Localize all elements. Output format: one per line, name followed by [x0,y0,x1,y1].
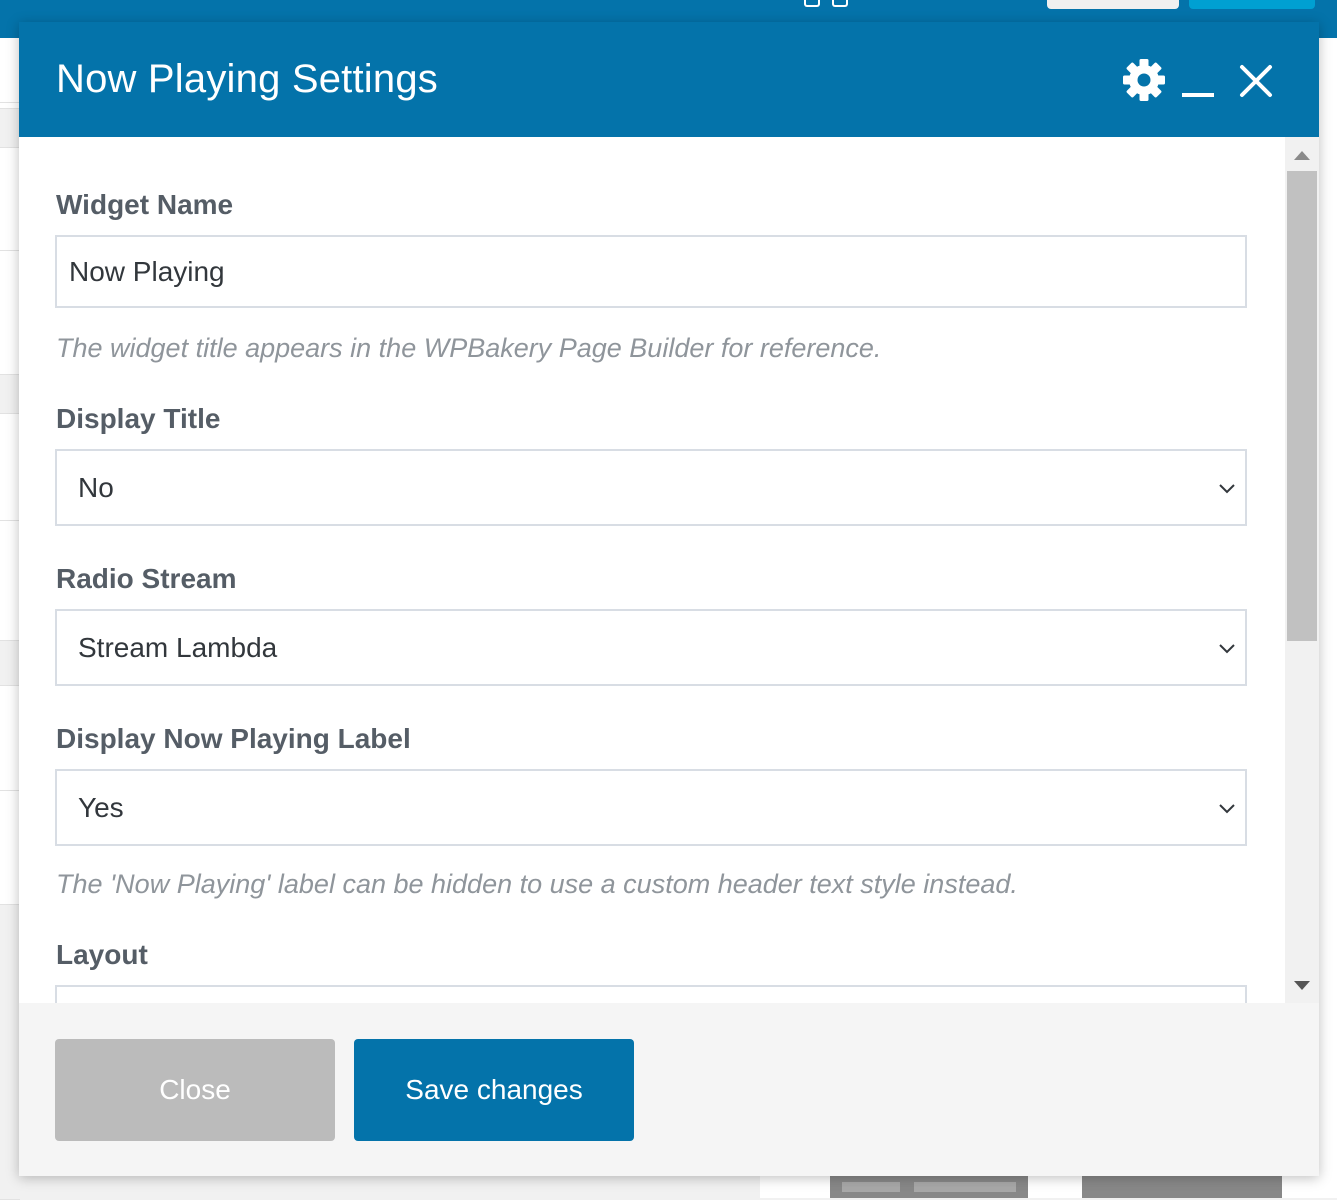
modal-header: Now Playing Settings [19,22,1319,137]
background-block [1082,1176,1282,1198]
background-page-right [1319,38,1337,1198]
chevron-down-icon [1219,644,1235,654]
radio-stream-value: Stream Lambda [78,632,278,663]
widget-name-input[interactable] [55,235,1247,308]
chevron-down-icon [1219,804,1235,814]
scrollbar-thumb[interactable] [1287,171,1317,641]
widget-name-label: Widget Name [56,189,234,220]
display-now-playing-label-help: The 'Now Playing' label can be hidden to… [56,869,1018,899]
minimize-icon[interactable] [1181,66,1215,100]
close-icon[interactable] [1238,63,1274,99]
scroll-up-arrow-icon[interactable] [1285,137,1319,173]
modal-body: Widget Name The widget title appears in … [19,137,1319,1003]
chevron-down-icon [1219,484,1235,494]
layout-select[interactable] [55,985,1247,1003]
scroll-down-arrow-icon[interactable] [1285,967,1319,1003]
modal-title: Now Playing Settings [56,57,438,101]
layout-label: Layout [56,939,148,970]
scrollbar[interactable] [1285,137,1319,1003]
background-block [830,1176,1028,1198]
display-now-playing-label-label: Display Now Playing Label [56,723,411,754]
display-now-playing-label-value: Yes [78,792,124,823]
toolbar-glyph [804,0,820,7]
radio-stream-select[interactable]: Stream Lambda [55,609,1247,686]
modal-footer: Close Save changes [19,1003,1319,1176]
close-button[interactable]: Close [55,1039,335,1141]
display-now-playing-label-select[interactable]: Yes [55,769,1247,846]
display-title-select[interactable]: No [55,449,1247,526]
widget-name-help: The widget title appears in the WPBakery… [56,333,882,363]
display-title-label: Display Title [56,403,221,434]
display-title-value: No [78,472,114,503]
toolbar-button[interactable] [1047,0,1179,9]
save-changes-button[interactable]: Save changes [354,1039,634,1141]
settings-modal: Now Playing Settings Widget Name Now Pla… [19,22,1319,1176]
radio-stream-label: Radio Stream [56,563,237,594]
toolbar-glyph [832,0,848,7]
toolbar-primary-button[interactable] [1189,0,1315,9]
background-page-left [0,38,20,1200]
background-page-bottom [760,1176,1337,1198]
gear-icon[interactable] [1122,58,1166,102]
